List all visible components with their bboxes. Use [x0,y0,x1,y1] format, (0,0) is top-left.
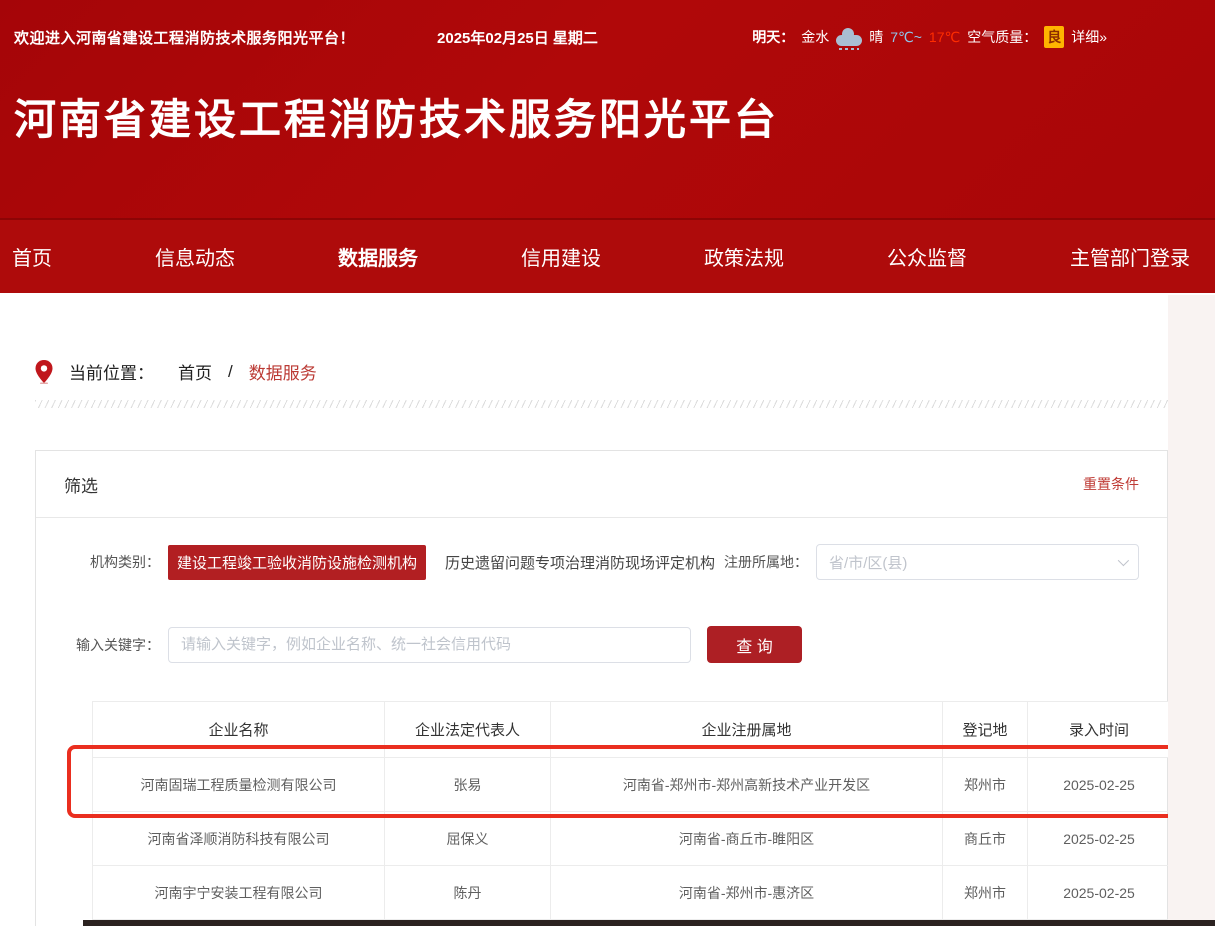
cell-name: 河南省泽顺消防科技有限公司 [93,812,385,866]
column-header-1: 企业法定代表人 [385,702,551,758]
region-select-placeholder: 省/市/区(县) [829,552,907,573]
column-header-2: 企业注册属地 [551,702,943,758]
table-header-row: 企业名称企业法定代表人企业注册属地登记地录入时间 [93,702,1171,758]
nav-item-6[interactable]: 主管部门登录 [1070,242,1190,271]
table-row[interactable]: 河南省泽顺消防科技有限公司屈保义河南省-商丘市-睢阳区商丘市2025-02-25 [93,812,1171,866]
weather-detail-link[interactable]: 详细» [1071,27,1107,47]
page-title: 河南省建设工程消防技术服务阳光平台 [14,86,1215,147]
cell-legal: 陈丹 [385,866,551,920]
table-row[interactable]: 河南宇宁安装工程有限公司陈丹河南省-郑州市-惠济区郑州市2025-02-25 [93,866,1171,920]
page-right-margin [1168,295,1215,926]
cell-reg_city: 商丘市 [943,812,1028,866]
keyword-label: 输入关键字： [64,635,160,655]
cell-date: 2025-02-25 [1028,758,1171,812]
keyword-input[interactable] [168,627,691,663]
column-header-0: 企业名称 [93,702,385,758]
topbar: 欢迎进入河南省建设工程消防技术服务阳光平台！ 2025年02月25日 星期二 明… [0,0,1215,48]
column-header-3: 登记地 [943,702,1028,758]
chevron-down-icon [1118,555,1129,566]
region-select[interactable]: 省/市/区(县) [816,544,1139,580]
decorative-slash-divider [35,400,1180,408]
filter-form: 机构类别： 建设工程竣工验收消防设施检测机构历史遗留问题专项治理消防现场评定机构… [36,518,1167,920]
nav-item-4[interactable]: 政策法规 [704,242,784,271]
table-body: 河南固瑞工程质量检测有限公司张易河南省-郑州市-郑州高新技术产业开发区郑州市20… [93,758,1171,920]
region-label: 注册所属地： [724,552,808,572]
table-row[interactable]: 河南固瑞工程质量检测有限公司张易河南省-郑州市-郑州高新技术产业开发区郑州市20… [93,758,1171,812]
cell-legal: 张易 [385,758,551,812]
location-pin-icon [35,360,53,384]
cell-reg_city: 郑州市 [943,866,1028,920]
breadcrumb-separator: / [228,362,233,382]
weather-district: 金水 [801,27,829,47]
temp-low: 7℃~ [890,29,922,46]
nav-item-0[interactable]: 首页 [12,242,52,271]
breadcrumb-current: 数据服务 [249,359,317,384]
welcome-text: 欢迎进入河南省建设工程消防技术服务阳光平台！ [14,27,355,48]
breadcrumb-home[interactable]: 首页 [178,359,212,384]
main-nav: 首页 信息动态 数据服务 信用建设 政策法规 公众监督 主管部门登录 [0,218,1215,293]
results-table-wrap: 企业名称企业法定代表人企业注册属地登记地录入时间 河南固瑞工程质量检测有限公司张… [92,701,1170,920]
nav-item-1[interactable]: 信息动态 [155,242,235,271]
filter-panel: 筛选 重置条件 机构类别： 建设工程竣工验收消防设施检测机构历史遗留问题专项治理… [35,450,1168,926]
cell-legal: 屈保义 [385,812,551,866]
cell-region: 河南省-郑州市-惠济区 [551,866,943,920]
weather-condition: 晴 [869,27,883,47]
weather-widget: 明天： 金水 晴 7℃~ 17℃ 空气质量： 良 详细» [752,26,1107,48]
category-label: 机构类别： [64,552,160,572]
aqi-badge: 良 [1044,26,1064,48]
date-text: 2025年02月25日 星期二 [437,27,598,48]
category-option-0[interactable]: 建设工程竣工验收消防设施检测机构 [168,545,426,580]
nav-list: 首页 信息动态 数据服务 信用建设 政策法规 公众监督 主管部门登录 [0,220,1215,293]
cell-date: 2025-02-25 [1028,812,1171,866]
search-button[interactable]: 查 询 [707,626,802,663]
cell-name: 河南宇宁安装工程有限公司 [93,866,385,920]
weather-tomorrow-label: 明天： [752,27,794,47]
cell-region: 河南省-郑州市-郑州高新技术产业开发区 [551,758,943,812]
cell-region: 河南省-商丘市-睢阳区 [551,812,943,866]
results-table: 企业名称企业法定代表人企业注册属地登记地录入时间 河南固瑞工程质量检测有限公司张… [92,701,1171,920]
breadcrumb-label: 当前位置： [69,359,154,384]
keyword-row: 输入关键字： 查 询 [64,626,1139,663]
nav-item-3[interactable]: 信用建设 [521,242,601,271]
nav-item-5[interactable]: 公众监督 [887,242,967,271]
aqi-label: 空气质量： [967,27,1037,47]
cell-date: 2025-02-25 [1028,866,1171,920]
column-header-4: 录入时间 [1028,702,1171,758]
filter-title: 筛选 [64,472,98,497]
filter-panel-header: 筛选 重置条件 [36,451,1167,518]
temp-high: 17℃ [929,29,960,46]
nav-item-2[interactable]: 数据服务 [338,242,418,271]
cell-name: 河南固瑞工程质量检测有限公司 [93,758,385,812]
category-options: 建设工程竣工验收消防设施检测机构历史遗留问题专项治理消防现场评定机构 [168,545,724,580]
site-header: 欢迎进入河南省建设工程消防技术服务阳光平台！ 2025年02月25日 星期二 明… [0,0,1215,218]
category-option-1[interactable]: 历史遗留问题专项治理消防现场评定机构 [436,545,724,580]
reset-filters-link[interactable]: 重置条件 [1083,474,1139,494]
region-group: 注册所属地： 省/市/区(县) [724,544,1139,580]
category-row: 机构类别： 建设工程竣工验收消防设施检测机构历史遗留问题专项治理消防现场评定机构… [64,544,1139,580]
cloud-icon [836,35,862,46]
cell-reg_city: 郑州市 [943,758,1028,812]
breadcrumb: 当前位置： 首页 / 数据服务 [35,359,1215,384]
bottom-edge-bar [83,920,1215,926]
